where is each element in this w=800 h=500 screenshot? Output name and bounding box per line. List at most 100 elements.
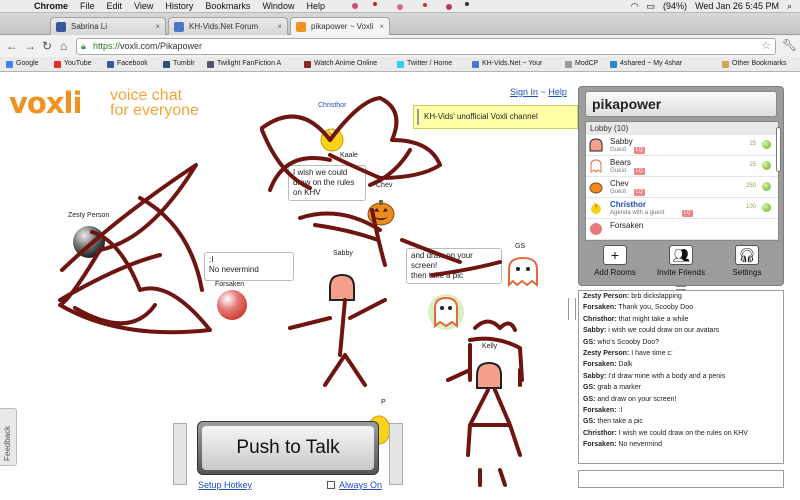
menu-file[interactable]: File (80, 0, 95, 13)
kelly-avatar-icon[interactable] (474, 360, 504, 390)
battery-icon[interactable]: ▭ (647, 0, 656, 13)
christhor-avatar-icon[interactable] (318, 124, 346, 152)
scrollbar-thumb[interactable] (776, 127, 781, 172)
avatar-name: GS (515, 243, 526, 250)
close-tab-icon[interactable]: × (155, 18, 160, 35)
tab-facebook[interactable]: Sabrina Li × (50, 17, 166, 35)
bookmark-star-icon[interactable]: ☆ (761, 39, 771, 54)
menu-history[interactable]: History (165, 0, 193, 13)
avatar-name: Chev (376, 182, 393, 189)
chat-user: GS: (583, 384, 596, 392)
chat-message: Forsaken: Thank you, Scooby Doo (579, 302, 783, 313)
chat-text: i wish we could draw on our avatars (606, 327, 720, 335)
status-dot-icon (762, 203, 771, 212)
bookmark-twilight[interactable]: Twilight FanFiction A (207, 57, 281, 71)
user-row-christhor[interactable]: Christhor Agenda with a guest LQ 100 (586, 198, 778, 219)
chat-log: Zesty Person: brb dickslapping Forsaken:… (578, 290, 784, 464)
bookmark-facebook[interactable]: Facebook (107, 57, 148, 71)
volume-slider-right[interactable] (389, 423, 403, 485)
chat-grip-handle[interactable] (568, 298, 576, 320)
volume-slider-left[interactable] (173, 423, 187, 485)
channel-banner: KH-Vids' unofficial Voxli channel (413, 105, 578, 129)
voxli-logo[interactable]: voxli voice chat for everyone (9, 86, 199, 120)
status-dot-icon (762, 182, 771, 191)
push-to-talk-button[interactable]: Push to Talk (197, 421, 379, 475)
app-menus: Chrome File Edit View History Bookmarks … (34, 0, 325, 13)
avatar-name: Kaale (340, 152, 358, 159)
status-area: ◠ ▭ (94%) Wed Jan 26 5:45 PM ⌕ (631, 0, 792, 13)
user-name: Chev (610, 179, 629, 188)
chat-user: Forsaken: (583, 304, 617, 312)
wifi-icon[interactable]: ◠ (631, 0, 639, 13)
user-name: Forsaken (610, 221, 644, 230)
spotlight-icon[interactable]: ⌕ (787, 0, 792, 13)
bookmark-watch-anime[interactable]: Watch Anime Online (304, 57, 377, 71)
always-on-label: Always On (339, 480, 383, 490)
user-role: Guest (610, 168, 627, 174)
chat-message: Christhor: I wish we could draw on the r… (579, 428, 783, 439)
user-list-scrollbar[interactable] (775, 121, 782, 241)
always-on-toggle[interactable]: Always On (327, 480, 382, 490)
close-tab-icon[interactable]: × (379, 18, 384, 35)
bears-ghost-avatar-icon[interactable] (426, 292, 466, 332)
feedback-tab[interactable]: Feedback (0, 408, 17, 466)
gs-ghost-avatar-icon[interactable] (503, 255, 543, 289)
menu-view[interactable]: View (134, 0, 153, 13)
sabby-avatar-icon (589, 138, 603, 152)
user-row-forsaken[interactable]: Forsaken (586, 219, 778, 240)
bookmarks-bar: Google YouTube Facebook Tumblr Twilight … (0, 57, 800, 72)
always-on-checkbox[interactable] (327, 481, 335, 489)
forsaken-avatar-icon[interactable] (216, 289, 248, 321)
zesty-person-avatar-icon[interactable] (72, 225, 106, 259)
bookmark-twitter[interactable]: Twitter / Home (397, 57, 452, 71)
people-icon: 👥︎ (669, 245, 693, 265)
back-icon[interactable]: ← (6, 38, 18, 54)
close-tab-icon[interactable]: × (277, 18, 282, 35)
menu-bookmarks[interactable]: Bookmarks (205, 0, 250, 13)
user-row-sabby[interactable]: Sabby Guest LQ 25 (586, 135, 778, 156)
bookmark-youtube[interactable]: YouTube (54, 57, 92, 71)
menu-help[interactable]: Help (306, 0, 325, 13)
setup-hotkey-link[interactable]: Setup Hotkey (198, 480, 252, 490)
user-row-chev[interactable]: Chev Guest LQ 250 (586, 177, 778, 198)
menu-chrome[interactable]: Chrome (34, 0, 68, 13)
clock[interactable]: Wed Jan 26 5:45 PM (695, 0, 779, 13)
invite-friends-button[interactable]: 👥︎ Invite Friends (651, 245, 711, 277)
sign-in-link[interactable]: Sign In (510, 87, 538, 97)
khvids-favicon-icon (472, 61, 479, 68)
help-link[interactable]: Help (548, 87, 567, 97)
bookmark-khvids[interactable]: KH-Vids.Net ~ Your (472, 57, 542, 71)
khvids-favicon-icon (174, 22, 184, 32)
gs-speech-bubble: and draw on your screen! then take a pic (406, 248, 502, 284)
home-icon[interactable]: ⌂ (60, 38, 67, 54)
sabby-avatar-icon[interactable] (327, 272, 357, 302)
bookmark-label: Twilight FanFiction A (217, 60, 282, 67)
chat-scrollbar[interactable] (786, 290, 793, 464)
chev-pumpkin-avatar-icon[interactable] (366, 197, 396, 227)
bookmark-4shared[interactable]: 4shared ~ My 4shar (610, 57, 682, 71)
chat-message: GS: who's Scooby Doo? (579, 337, 783, 348)
bookmark-google[interactable]: Google (6, 57, 39, 71)
address-bar[interactable]: 🔒︎ https://voxli.com/Pikapower ☆ (76, 38, 776, 55)
tab-voxli[interactable]: pikapower ~ Voxli × (290, 17, 390, 35)
bubble-line: then take a pic (411, 271, 464, 280)
tagline-line-1: voice chat (110, 87, 183, 104)
bookmark-tumblr[interactable]: Tumblr (163, 57, 195, 71)
chat-message: Forsaken: :I (579, 405, 783, 416)
bookmark-other[interactable]: Other Bookmarks (722, 57, 786, 71)
avatar-name: Kelly (482, 343, 498, 350)
reload-icon[interactable]: ↻ (42, 38, 52, 54)
wrench-menu-icon[interactable]: 🔧︎ (782, 38, 797, 52)
forward-icon[interactable]: → (24, 38, 36, 54)
add-rooms-button[interactable]: + Add Rooms (585, 245, 645, 277)
chat-input[interactable] (578, 470, 784, 488)
chat-text: Thank you, Scooby Doo (616, 304, 693, 312)
settings-button[interactable]: 🎧︎ Settings (717, 245, 777, 277)
tab-khvids-forum[interactable]: KH-Vids.Net Forum × (168, 17, 288, 35)
lobby-header[interactable]: Lobby (10) (586, 122, 778, 135)
user-row-bears[interactable]: Bears Guest LQ 25 (586, 156, 778, 177)
menu-window[interactable]: Window (262, 0, 294, 13)
menu-edit[interactable]: Edit (107, 0, 123, 13)
bookmark-modcp[interactable]: ModCP (565, 57, 598, 71)
bookmark-label: YouTube (64, 60, 92, 67)
